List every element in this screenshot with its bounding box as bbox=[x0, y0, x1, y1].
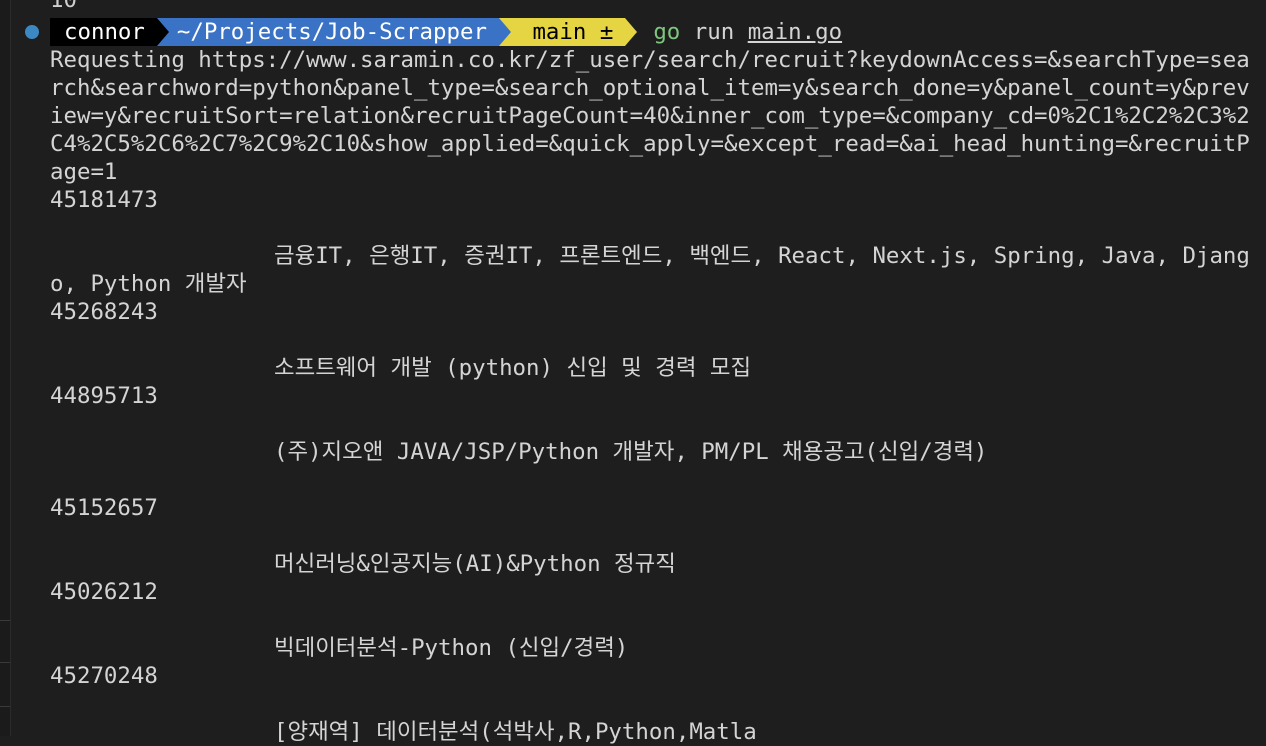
prompt-path: ~/Projects/Job-Scrapper bbox=[176, 19, 487, 45]
gutter-tick bbox=[0, 662, 10, 663]
gutter-tick bbox=[0, 706, 10, 707]
job-id: 45268243 bbox=[50, 299, 158, 325]
powerline-arrow-icon bbox=[625, 18, 638, 46]
job-title: 머신러닝&인공지능(AI)&Python 정규직 bbox=[274, 551, 676, 577]
command-file-link[interactable]: main.go bbox=[748, 19, 842, 45]
prompt-branch: main ± bbox=[532, 19, 614, 45]
prompt-path-segment: ~/Projects/Job-Scrapper bbox=[156, 18, 499, 46]
job-title: (주)지오앤 JAVA/JSP/Python 개발자, PM/PL 채용공고(신… bbox=[274, 439, 988, 465]
job-title: 빅데이터분석-Python (신입/경력) bbox=[274, 635, 629, 661]
editor-gutter bbox=[0, 0, 11, 736]
job-title: 소프트웨어 개발 (python) 신입 및 경력 모집 bbox=[274, 355, 752, 381]
job-id: 45181473 bbox=[50, 187, 158, 213]
prompt-git-segment: main ± bbox=[498, 18, 626, 46]
job-id: 45270248 bbox=[50, 663, 158, 689]
job-title: [양재역] 데이터분석(석박사,R,Python,Matla bbox=[274, 719, 757, 745]
job-id: 45152657 bbox=[50, 495, 158, 521]
job-title: 금융IT, 은행IT, 증권IT, 프론트엔드, 백엔드, React, Nex… bbox=[50, 243, 1250, 297]
powerline-arrow-icon bbox=[156, 18, 169, 46]
command-status-dot-icon bbox=[25, 25, 39, 39]
shell-prompt: connor ~/Projects/Job-Scrapper main ± go… bbox=[50, 18, 842, 46]
gutter-tick bbox=[0, 620, 10, 621]
previous-output-line: 10 bbox=[50, 0, 77, 13]
prompt-user: connor bbox=[64, 19, 145, 45]
prompt-user-segment: connor bbox=[50, 18, 157, 46]
terminal-output: Requesting https://www.saramin.co.kr/zf_… bbox=[50, 46, 1254, 746]
powerline-arrow-icon bbox=[498, 18, 511, 46]
job-id: 44895713 bbox=[50, 383, 158, 409]
command-name: go bbox=[653, 19, 681, 45]
typed-command: go run main.go bbox=[653, 19, 842, 45]
request-url-line: Requesting https://www.saramin.co.kr/zf_… bbox=[50, 47, 1250, 185]
job-list: 45181473 금융IT, 은행IT, 증권IT, 프론트엔드, 백엔드, Re… bbox=[50, 186, 1254, 746]
job-id: 45026212 bbox=[50, 579, 158, 605]
command-args: run bbox=[680, 19, 748, 45]
